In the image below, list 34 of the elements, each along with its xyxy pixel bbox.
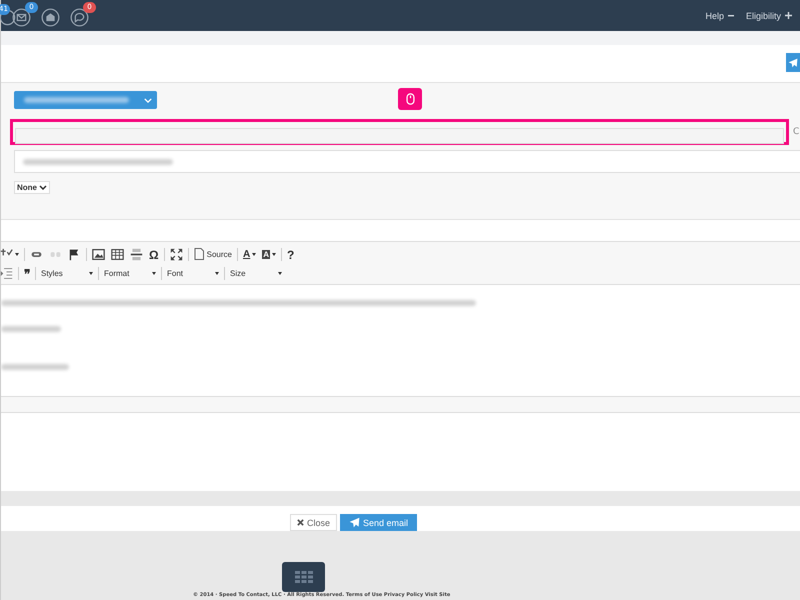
- toolbar-dropdown[interactable]: Size: [227, 265, 285, 282]
- nav-menu-link[interactable]: Help: [705, 10, 734, 20]
- toolbar-button[interactable]: ❞: [21, 265, 33, 282]
- toolbar-button[interactable]: Ω: [146, 246, 162, 263]
- chevron-down-icon: [39, 185, 47, 190]
- mouse-icon: [406, 93, 414, 105]
- table-icon[interactable]: [108, 246, 127, 263]
- caret-icon: [728, 14, 734, 17]
- recipient-field[interactable]: [15, 128, 784, 144]
- text-color-button[interactable]: A: [240, 246, 260, 263]
- priority-dropdown[interactable]: None: [14, 181, 50, 194]
- chat-bubble-icon[interactable]: [70, 8, 89, 27]
- image-icon[interactable]: [89, 246, 108, 263]
- plus-icon: [785, 12, 792, 19]
- side-label: C: [793, 127, 800, 137]
- chevron-down-icon: [144, 98, 152, 102]
- subject-field[interactable]: [14, 150, 800, 173]
- envelope-icon[interactable]: [12, 8, 31, 27]
- grid-icon: [294, 571, 312, 583]
- nav-menu-link[interactable]: Eligibility: [746, 10, 792, 20]
- paper-plane-icon: [788, 58, 798, 68]
- toolbar-dropdown[interactable]: Format: [101, 265, 159, 282]
- inbox-icon[interactable]: [41, 8, 60, 27]
- toolbar-dropdown[interactable]: Font: [164, 265, 222, 282]
- paper-plane-icon: [349, 517, 360, 528]
- document-icon: [194, 248, 204, 262]
- send-button[interactable]: [786, 53, 800, 72]
- source-button[interactable]: Source: [190, 246, 235, 263]
- toolbar-dropdown[interactable]: Styles: [38, 265, 96, 282]
- x-icon: [297, 519, 304, 526]
- apps-button[interactable]: [282, 562, 325, 592]
- close-button[interactable]: Close: [290, 514, 338, 531]
- toolbar-button[interactable]: ?: [284, 246, 298, 263]
- background-color-button[interactable]: A: [259, 246, 279, 263]
